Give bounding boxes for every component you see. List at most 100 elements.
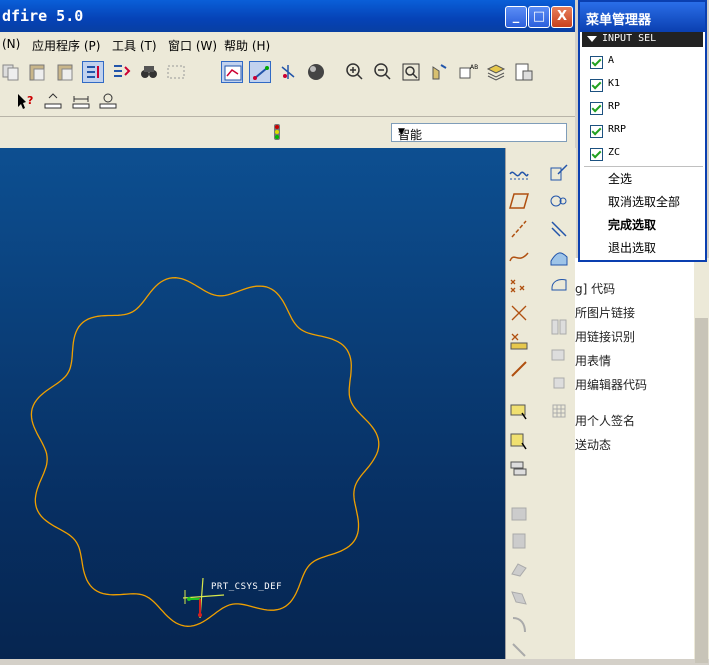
scrollbar-thumb[interactable] bbox=[695, 318, 708, 663]
select-all-button[interactable]: 全选 bbox=[608, 170, 632, 187]
checkbox-checked-icon[interactable] bbox=[590, 102, 603, 115]
datum-plane-display-icon[interactable] bbox=[221, 61, 243, 83]
menu-item-help[interactable]: 帮助 (H) bbox=[224, 37, 270, 54]
refit-icon[interactable] bbox=[400, 61, 422, 83]
copy-icon[interactable] bbox=[0, 61, 22, 83]
side-panel: g] 代码 所图片链接 用链接识别 用表情 用编辑器代码 用个人签名 送动态 bbox=[575, 258, 709, 663]
secondary-toolbar: ? bbox=[0, 88, 575, 116]
select-box-icon[interactable] bbox=[165, 61, 187, 83]
sketched-datum-curve-icon[interactable] bbox=[508, 162, 530, 184]
triangle-down-icon bbox=[587, 36, 597, 42]
zoom-in-icon[interactable] bbox=[344, 61, 366, 83]
graphics-window[interactable]: PRT_CSYS_DEF bbox=[0, 148, 505, 659]
menu-manager-title-bar[interactable]: 菜单管理器 bbox=[580, 2, 705, 32]
axis-pattern-icon[interactable] bbox=[548, 190, 570, 212]
main-toolbar: AB bbox=[0, 56, 575, 89]
trim-icon bbox=[548, 372, 570, 394]
menu-divider bbox=[584, 166, 703, 167]
paste-special-icon[interactable] bbox=[54, 61, 76, 83]
boundary-blend-icon[interactable] bbox=[548, 274, 570, 296]
feature-toolbar bbox=[505, 148, 576, 659]
menu-manager: 菜单管理器 INPUT SEL A K1 RP RRP ZC 全选 取消选取全部… bbox=[578, 0, 707, 262]
minimize-button[interactable]: _ bbox=[505, 6, 527, 28]
checkbox-label: RP bbox=[608, 101, 621, 112]
analysis-icon[interactable] bbox=[97, 90, 119, 112]
sketch-tool-icon[interactable] bbox=[548, 162, 570, 184]
round-icon bbox=[508, 614, 530, 636]
checkbox-checked-icon[interactable] bbox=[590, 125, 603, 138]
paste-icon[interactable] bbox=[26, 61, 48, 83]
udf-icon[interactable] bbox=[508, 430, 530, 452]
done-sel-button[interactable]: 完成选取 bbox=[608, 216, 656, 233]
layers-icon[interactable] bbox=[485, 61, 507, 83]
datum-point-display-icon[interactable] bbox=[277, 61, 299, 83]
menu-manager-title: 菜单管理器 bbox=[586, 13, 652, 28]
find-icon[interactable] bbox=[138, 61, 160, 83]
menu-item-applications[interactable]: 应用程序 (P) bbox=[32, 37, 100, 54]
datum-axis-icon[interactable] bbox=[508, 218, 530, 240]
svg-text:?: ? bbox=[27, 94, 33, 107]
reorient-icon[interactable] bbox=[429, 61, 451, 83]
close-button[interactable]: X bbox=[551, 6, 573, 28]
csys-label: PRT_CSYS_DEF bbox=[211, 582, 283, 592]
zoom-out-icon[interactable] bbox=[372, 61, 394, 83]
menu-item-tools[interactable]: 工具 (T) bbox=[112, 37, 157, 54]
panel-link-image-link[interactable]: 所图片链接 bbox=[575, 304, 635, 321]
checkbox-checked-icon[interactable] bbox=[590, 56, 603, 69]
svg-text:AB: AB bbox=[470, 64, 478, 71]
traffic-light-icon bbox=[266, 121, 288, 143]
regen-manager-icon[interactable] bbox=[110, 61, 132, 83]
coordinate-system-icon[interactable] bbox=[508, 358, 530, 380]
panel-link-code[interactable]: g] 代码 bbox=[575, 280, 615, 297]
analysis-feature-icon[interactable] bbox=[508, 400, 530, 422]
title-bar: dfire 5.0 _ □ X bbox=[0, 0, 575, 32]
shading-icon[interactable] bbox=[305, 61, 327, 83]
revolve-icon bbox=[508, 530, 530, 552]
checkbox-label: RRP bbox=[608, 124, 627, 135]
datum-curve-icon[interactable] bbox=[508, 246, 530, 268]
measure-icon[interactable] bbox=[42, 90, 64, 112]
blend-icon bbox=[508, 586, 530, 608]
sweep-icon bbox=[508, 558, 530, 580]
extrude-icon bbox=[508, 502, 530, 524]
context-help-icon[interactable]: ? bbox=[14, 90, 36, 112]
datum-point-icon[interactable] bbox=[508, 274, 530, 296]
checkbox-label: A bbox=[608, 55, 615, 66]
copy-geometry-icon[interactable] bbox=[508, 458, 530, 480]
checkbox-checked-icon[interactable] bbox=[590, 79, 603, 92]
selection-filter-select[interactable]: 智能 ▼ bbox=[391, 123, 567, 142]
panel-link-dynamic[interactable]: 送动态 bbox=[575, 436, 611, 453]
wavy-circle-curve bbox=[30, 277, 380, 627]
input-sel-header[interactable]: INPUT SEL bbox=[582, 32, 703, 47]
checkbox-label: ZC bbox=[608, 147, 621, 158]
checkbox-checked-icon[interactable] bbox=[590, 148, 603, 161]
input-sel-label: INPUT SEL bbox=[602, 33, 657, 44]
datum-plane-tool-icon[interactable] bbox=[548, 218, 570, 240]
panel-scrollbar[interactable] bbox=[694, 258, 709, 663]
saved-views-icon[interactable]: AB bbox=[457, 61, 479, 83]
quit-sel-button[interactable]: 退出选取 bbox=[608, 239, 656, 256]
field-point-icon[interactable] bbox=[508, 330, 530, 352]
deselect-all-button[interactable]: 取消选取全部 bbox=[608, 193, 680, 210]
chevron-down-icon: ▼ bbox=[398, 127, 405, 137]
checkbox-label: K1 bbox=[608, 78, 621, 89]
mirror-icon bbox=[548, 316, 570, 338]
panel-link-link-recognition[interactable]: 用链接识别 bbox=[575, 328, 635, 345]
maximize-button[interactable]: □ bbox=[528, 6, 550, 28]
regenerate-icon[interactable] bbox=[82, 61, 104, 83]
surface-icon[interactable] bbox=[548, 246, 570, 268]
model-tree-icon[interactable] bbox=[513, 61, 535, 83]
datum-axis-display-icon[interactable] bbox=[249, 61, 271, 83]
distance-icon[interactable] bbox=[70, 90, 92, 112]
panel-link-signature[interactable]: 用个人签名 bbox=[575, 412, 635, 429]
panel-link-editor-code[interactable]: 用编辑器代码 bbox=[575, 376, 647, 393]
menu-item-window[interactable]: 窗口 (W) bbox=[168, 37, 217, 54]
menu-item-n[interactable]: (N) bbox=[2, 37, 20, 51]
menu-bar: (N) 应用程序 (P) 工具 (T) 窗口 (W) 帮助 (H) bbox=[0, 32, 575, 56]
pattern-icon bbox=[548, 400, 570, 422]
merge-icon bbox=[548, 344, 570, 366]
datum-plane-icon[interactable] bbox=[508, 190, 530, 212]
offset-csys-point-icon[interactable] bbox=[508, 302, 530, 324]
panel-link-emoticons[interactable]: 用表情 bbox=[575, 352, 611, 369]
window-title: dfire 5.0 bbox=[2, 7, 84, 25]
